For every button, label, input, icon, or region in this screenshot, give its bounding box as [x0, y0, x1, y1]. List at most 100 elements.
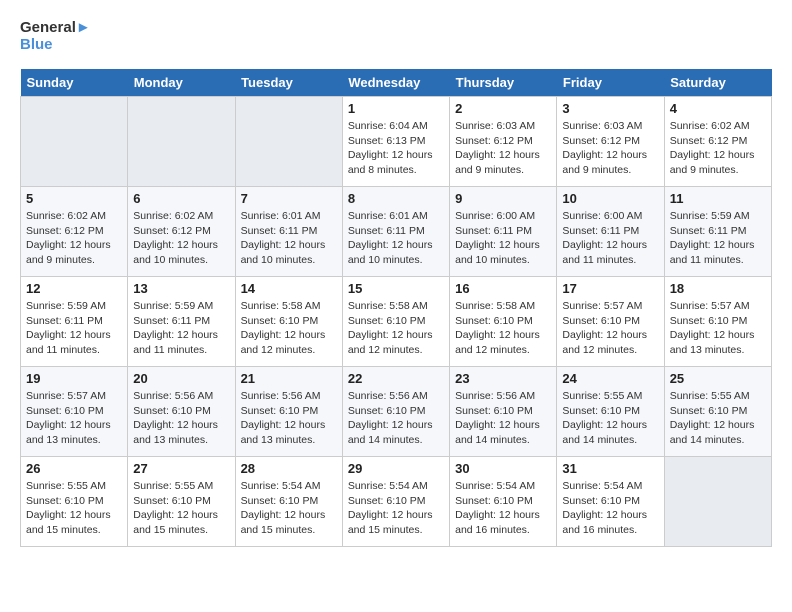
cell-info: Sunrise: 5:55 AM Sunset: 6:10 PM Dayligh… [26, 479, 122, 538]
weekday-header: Sunday [21, 69, 128, 97]
calendar-week-row: 12 Sunrise: 5:59 AM Sunset: 6:11 PM Dayli… [21, 277, 772, 367]
weekday-header: Wednesday [342, 69, 449, 97]
day-number: 24 [562, 371, 658, 386]
day-number: 28 [241, 461, 337, 476]
weekday-header: Tuesday [235, 69, 342, 97]
cell-info: Sunrise: 6:01 AM Sunset: 6:11 PM Dayligh… [348, 209, 444, 268]
calendar-cell: 16 Sunrise: 5:58 AM Sunset: 6:10 PM Dayli… [450, 277, 557, 367]
calendar-week-row: 5 Sunrise: 6:02 AM Sunset: 6:12 PM Daylig… [21, 187, 772, 277]
page-header: General► Blue [20, 20, 772, 53]
logo: General► Blue [20, 20, 91, 53]
cell-info: Sunrise: 5:54 AM Sunset: 6:10 PM Dayligh… [348, 479, 444, 538]
cell-info: Sunrise: 5:54 AM Sunset: 6:10 PM Dayligh… [562, 479, 658, 538]
cell-info: Sunrise: 5:56 AM Sunset: 6:10 PM Dayligh… [133, 389, 229, 448]
cell-info: Sunrise: 5:56 AM Sunset: 6:10 PM Dayligh… [348, 389, 444, 448]
calendar-cell: 18 Sunrise: 5:57 AM Sunset: 6:10 PM Dayli… [664, 277, 771, 367]
calendar-cell: 7 Sunrise: 6:01 AM Sunset: 6:11 PM Daylig… [235, 187, 342, 277]
calendar-cell: 5 Sunrise: 6:02 AM Sunset: 6:12 PM Daylig… [21, 187, 128, 277]
day-number: 19 [26, 371, 122, 386]
cell-info: Sunrise: 5:58 AM Sunset: 6:10 PM Dayligh… [455, 299, 551, 358]
cell-info: Sunrise: 5:57 AM Sunset: 6:10 PM Dayligh… [26, 389, 122, 448]
calendar-cell: 8Sunrise: 6:01 AM Sunset: 6:11 PM Daylig… [342, 187, 449, 277]
calendar-cell: 3 Sunrise: 6:03 AM Sunset: 6:12 PM Daylig… [557, 97, 664, 187]
day-number: 11 [670, 191, 766, 206]
cell-info: Sunrise: 5:57 AM Sunset: 6:10 PM Dayligh… [670, 299, 766, 358]
cell-info: Sunrise: 5:56 AM Sunset: 6:10 PM Dayligh… [455, 389, 551, 448]
calendar-cell [235, 97, 342, 187]
cell-info: Sunrise: 6:03 AM Sunset: 6:12 PM Dayligh… [455, 119, 551, 178]
cell-info: Sunrise: 5:59 AM Sunset: 6:11 PM Dayligh… [670, 209, 766, 268]
calendar-cell: 21 Sunrise: 5:56 AM Sunset: 6:10 PM Dayli… [235, 367, 342, 457]
logo-text-general: General► [20, 20, 91, 37]
day-number: 12 [26, 281, 122, 296]
calendar-week-row: 26 Sunrise: 5:55 AM Sunset: 6:10 PM Dayli… [21, 457, 772, 547]
cell-info: Sunrise: 6:01 AM Sunset: 6:11 PM Dayligh… [241, 209, 337, 268]
calendar-cell: 20 Sunrise: 5:56 AM Sunset: 6:10 PM Dayli… [128, 367, 235, 457]
calendar-cell: 31 Sunrise: 5:54 AM Sunset: 6:10 PM Dayli… [557, 457, 664, 547]
day-number: 18 [670, 281, 766, 296]
day-number: 14 [241, 281, 337, 296]
calendar-week-row: 19 Sunrise: 5:57 AM Sunset: 6:10 PM Dayli… [21, 367, 772, 457]
calendar-cell: 10Sunrise: 6:00 AM Sunset: 6:11 PM Dayli… [557, 187, 664, 277]
day-number: 7 [241, 191, 337, 206]
day-number: 16 [455, 281, 551, 296]
day-number: 25 [670, 371, 766, 386]
calendar-cell: 1Sunrise: 6:04 AM Sunset: 6:13 PM Daylig… [342, 97, 449, 187]
cell-info: Sunrise: 5:55 AM Sunset: 6:10 PM Dayligh… [562, 389, 658, 448]
day-number: 17 [562, 281, 658, 296]
day-number: 21 [241, 371, 337, 386]
cell-info: Sunrise: 5:57 AM Sunset: 6:10 PM Dayligh… [562, 299, 658, 358]
weekday-header: Saturday [664, 69, 771, 97]
day-number: 30 [455, 461, 551, 476]
day-number: 26 [26, 461, 122, 476]
cell-info: Sunrise: 6:02 AM Sunset: 6:12 PM Dayligh… [133, 209, 229, 268]
cell-info: Sunrise: 5:54 AM Sunset: 6:10 PM Dayligh… [455, 479, 551, 538]
day-number: 2 [455, 101, 551, 116]
calendar-cell: 30 Sunrise: 5:54 AM Sunset: 6:10 PM Dayli… [450, 457, 557, 547]
cell-info: Sunrise: 6:02 AM Sunset: 6:12 PM Dayligh… [26, 209, 122, 268]
day-number: 10 [562, 191, 658, 206]
calendar-cell: 4 Sunrise: 6:02 AM Sunset: 6:12 PM Daylig… [664, 97, 771, 187]
calendar-cell: 9Sunrise: 6:00 AM Sunset: 6:11 PM Daylig… [450, 187, 557, 277]
day-number: 29 [348, 461, 444, 476]
day-number: 31 [562, 461, 658, 476]
logo-text-blue: Blue [20, 37, 91, 54]
calendar-cell: 14 Sunrise: 5:58 AM Sunset: 6:10 PM Dayli… [235, 277, 342, 367]
day-number: 4 [670, 101, 766, 116]
weekday-header: Monday [128, 69, 235, 97]
cell-info: Sunrise: 5:59 AM Sunset: 6:11 PM Dayligh… [133, 299, 229, 358]
cell-info: Sunrise: 5:58 AM Sunset: 6:10 PM Dayligh… [241, 299, 337, 358]
calendar-cell: 6 Sunrise: 6:02 AM Sunset: 6:12 PM Daylig… [128, 187, 235, 277]
calendar-table: SundayMondayTuesdayWednesdayThursdayFrid… [20, 69, 772, 547]
weekday-header: Thursday [450, 69, 557, 97]
cell-info: Sunrise: 6:04 AM Sunset: 6:13 PM Dayligh… [348, 119, 444, 178]
calendar-cell: 22 Sunrise: 5:56 AM Sunset: 6:10 PM Dayli… [342, 367, 449, 457]
day-number: 9 [455, 191, 551, 206]
day-number: 20 [133, 371, 229, 386]
calendar-week-row: 1Sunrise: 6:04 AM Sunset: 6:13 PM Daylig… [21, 97, 772, 187]
calendar-cell: 25Sunrise: 5:55 AM Sunset: 6:10 PM Dayli… [664, 367, 771, 457]
cell-info: Sunrise: 5:54 AM Sunset: 6:10 PM Dayligh… [241, 479, 337, 538]
cell-info: Sunrise: 5:56 AM Sunset: 6:10 PM Dayligh… [241, 389, 337, 448]
calendar-cell: 19 Sunrise: 5:57 AM Sunset: 6:10 PM Dayli… [21, 367, 128, 457]
calendar-cell [21, 97, 128, 187]
calendar-cell: 23 Sunrise: 5:56 AM Sunset: 6:10 PM Dayli… [450, 367, 557, 457]
calendar-cell [128, 97, 235, 187]
calendar-cell: 15Sunrise: 5:58 AM Sunset: 6:10 PM Dayli… [342, 277, 449, 367]
day-number: 23 [455, 371, 551, 386]
weekday-header-row: SundayMondayTuesdayWednesdayThursdayFrid… [21, 69, 772, 97]
day-number: 6 [133, 191, 229, 206]
calendar-cell: 12Sunrise: 5:59 AM Sunset: 6:11 PM Dayli… [21, 277, 128, 367]
calendar-cell: 26 Sunrise: 5:55 AM Sunset: 6:10 PM Dayli… [21, 457, 128, 547]
day-number: 27 [133, 461, 229, 476]
cell-info: Sunrise: 6:02 AM Sunset: 6:12 PM Dayligh… [670, 119, 766, 178]
calendar-cell: 24 Sunrise: 5:55 AM Sunset: 6:10 PM Dayli… [557, 367, 664, 457]
day-number: 5 [26, 191, 122, 206]
day-number: 22 [348, 371, 444, 386]
calendar-cell: 27Sunrise: 5:55 AM Sunset: 6:10 PM Dayli… [128, 457, 235, 547]
cell-info: Sunrise: 6:03 AM Sunset: 6:12 PM Dayligh… [562, 119, 658, 178]
day-number: 15 [348, 281, 444, 296]
day-number: 13 [133, 281, 229, 296]
calendar-cell: 17 Sunrise: 5:57 AM Sunset: 6:10 PM Dayli… [557, 277, 664, 367]
day-number: 3 [562, 101, 658, 116]
